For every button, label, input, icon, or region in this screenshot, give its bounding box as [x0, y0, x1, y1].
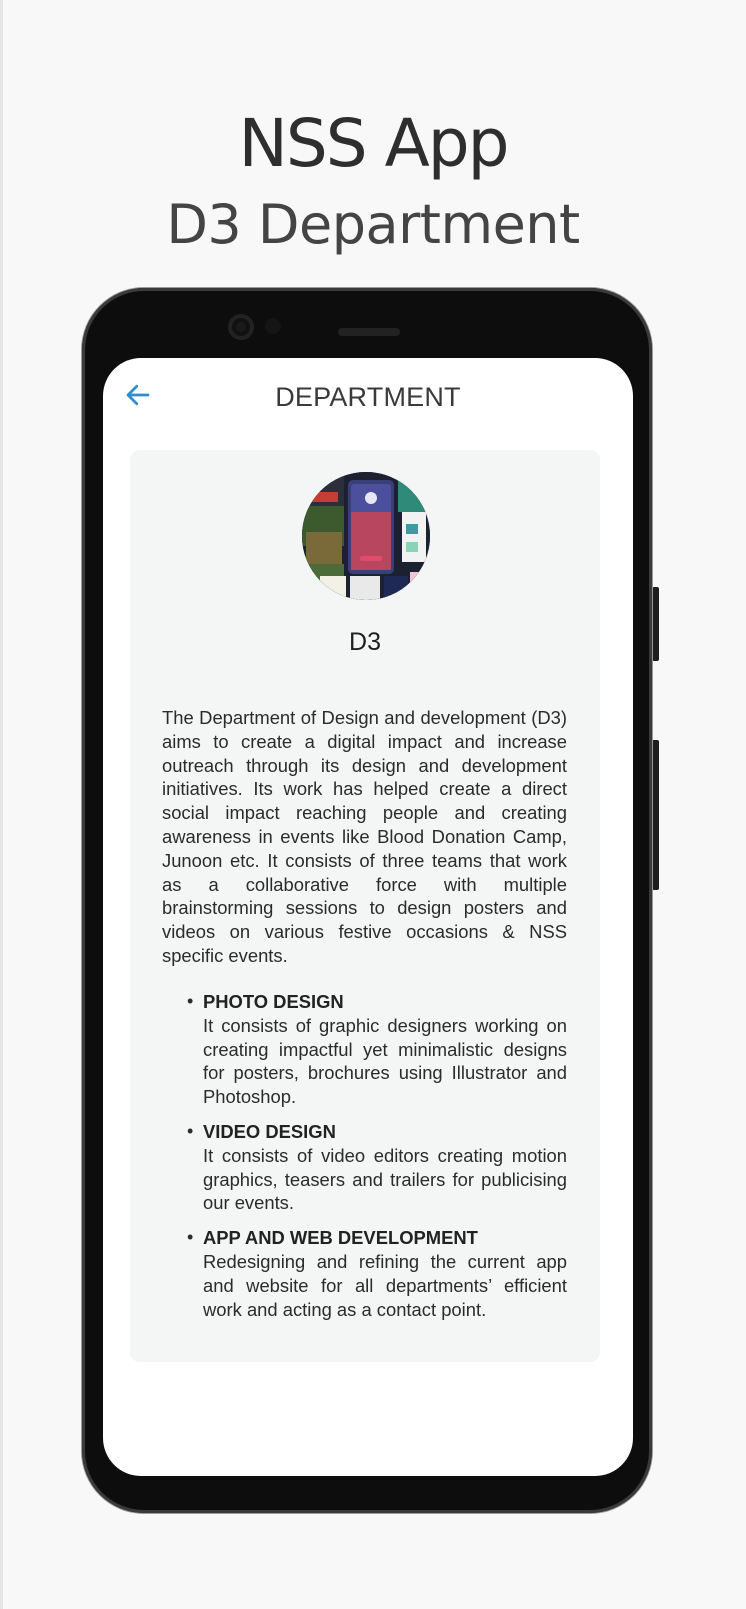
phone-volume-button [652, 740, 659, 890]
department-logo-collage [302, 472, 430, 600]
screen-title: DEPARTMENT [275, 382, 461, 412]
team-description: Redesigning and refining the current app… [203, 1250, 567, 1320]
app-title: NSS App [238, 105, 509, 182]
team-name: PHOTO DESIGN [203, 991, 344, 1012]
department-description: The Department of Design and development… [162, 707, 567, 966]
phone-power-button [652, 587, 659, 661]
bullet-icon: • [187, 1227, 194, 1248]
list-item: • VIDEO DESIGN It consists of video edit… [162, 1120, 567, 1215]
department-subtitle: D3 Department [166, 193, 580, 256]
phone-frame: DEPARTMENT D3 The Department of Design a… [82, 288, 652, 1513]
team-description: It consists of video editors creating mo… [203, 1144, 567, 1214]
phone-screen: DEPARTMENT D3 The Department of Design a… [103, 358, 633, 1476]
list-item: • PHOTO DESIGN It consists of graphic de… [162, 990, 567, 1109]
bullet-icon: • [187, 991, 194, 1011]
bullet-icon: • [187, 1120, 194, 1141]
app-bar: DEPARTMENT [103, 358, 633, 438]
list-item: • APP AND WEB DEVELOPMENT Redesigning an… [162, 1226, 567, 1321]
team-name: VIDEO DESIGN [203, 1120, 336, 1142]
team-list: • PHOTO DESIGN It consists of graphic de… [162, 990, 567, 1332]
department-name: D3 [349, 628, 381, 656]
department-card: D3 The Department of Design and developm… [130, 450, 600, 1362]
proximity-sensor [265, 318, 281, 334]
department-logo [302, 472, 430, 600]
team-name: APP AND WEB DEVELOPMENT [203, 1227, 478, 1249]
team-description: It consists of graphic designers working… [203, 1014, 567, 1108]
earpiece-speaker [338, 328, 400, 336]
front-camera [228, 314, 254, 340]
